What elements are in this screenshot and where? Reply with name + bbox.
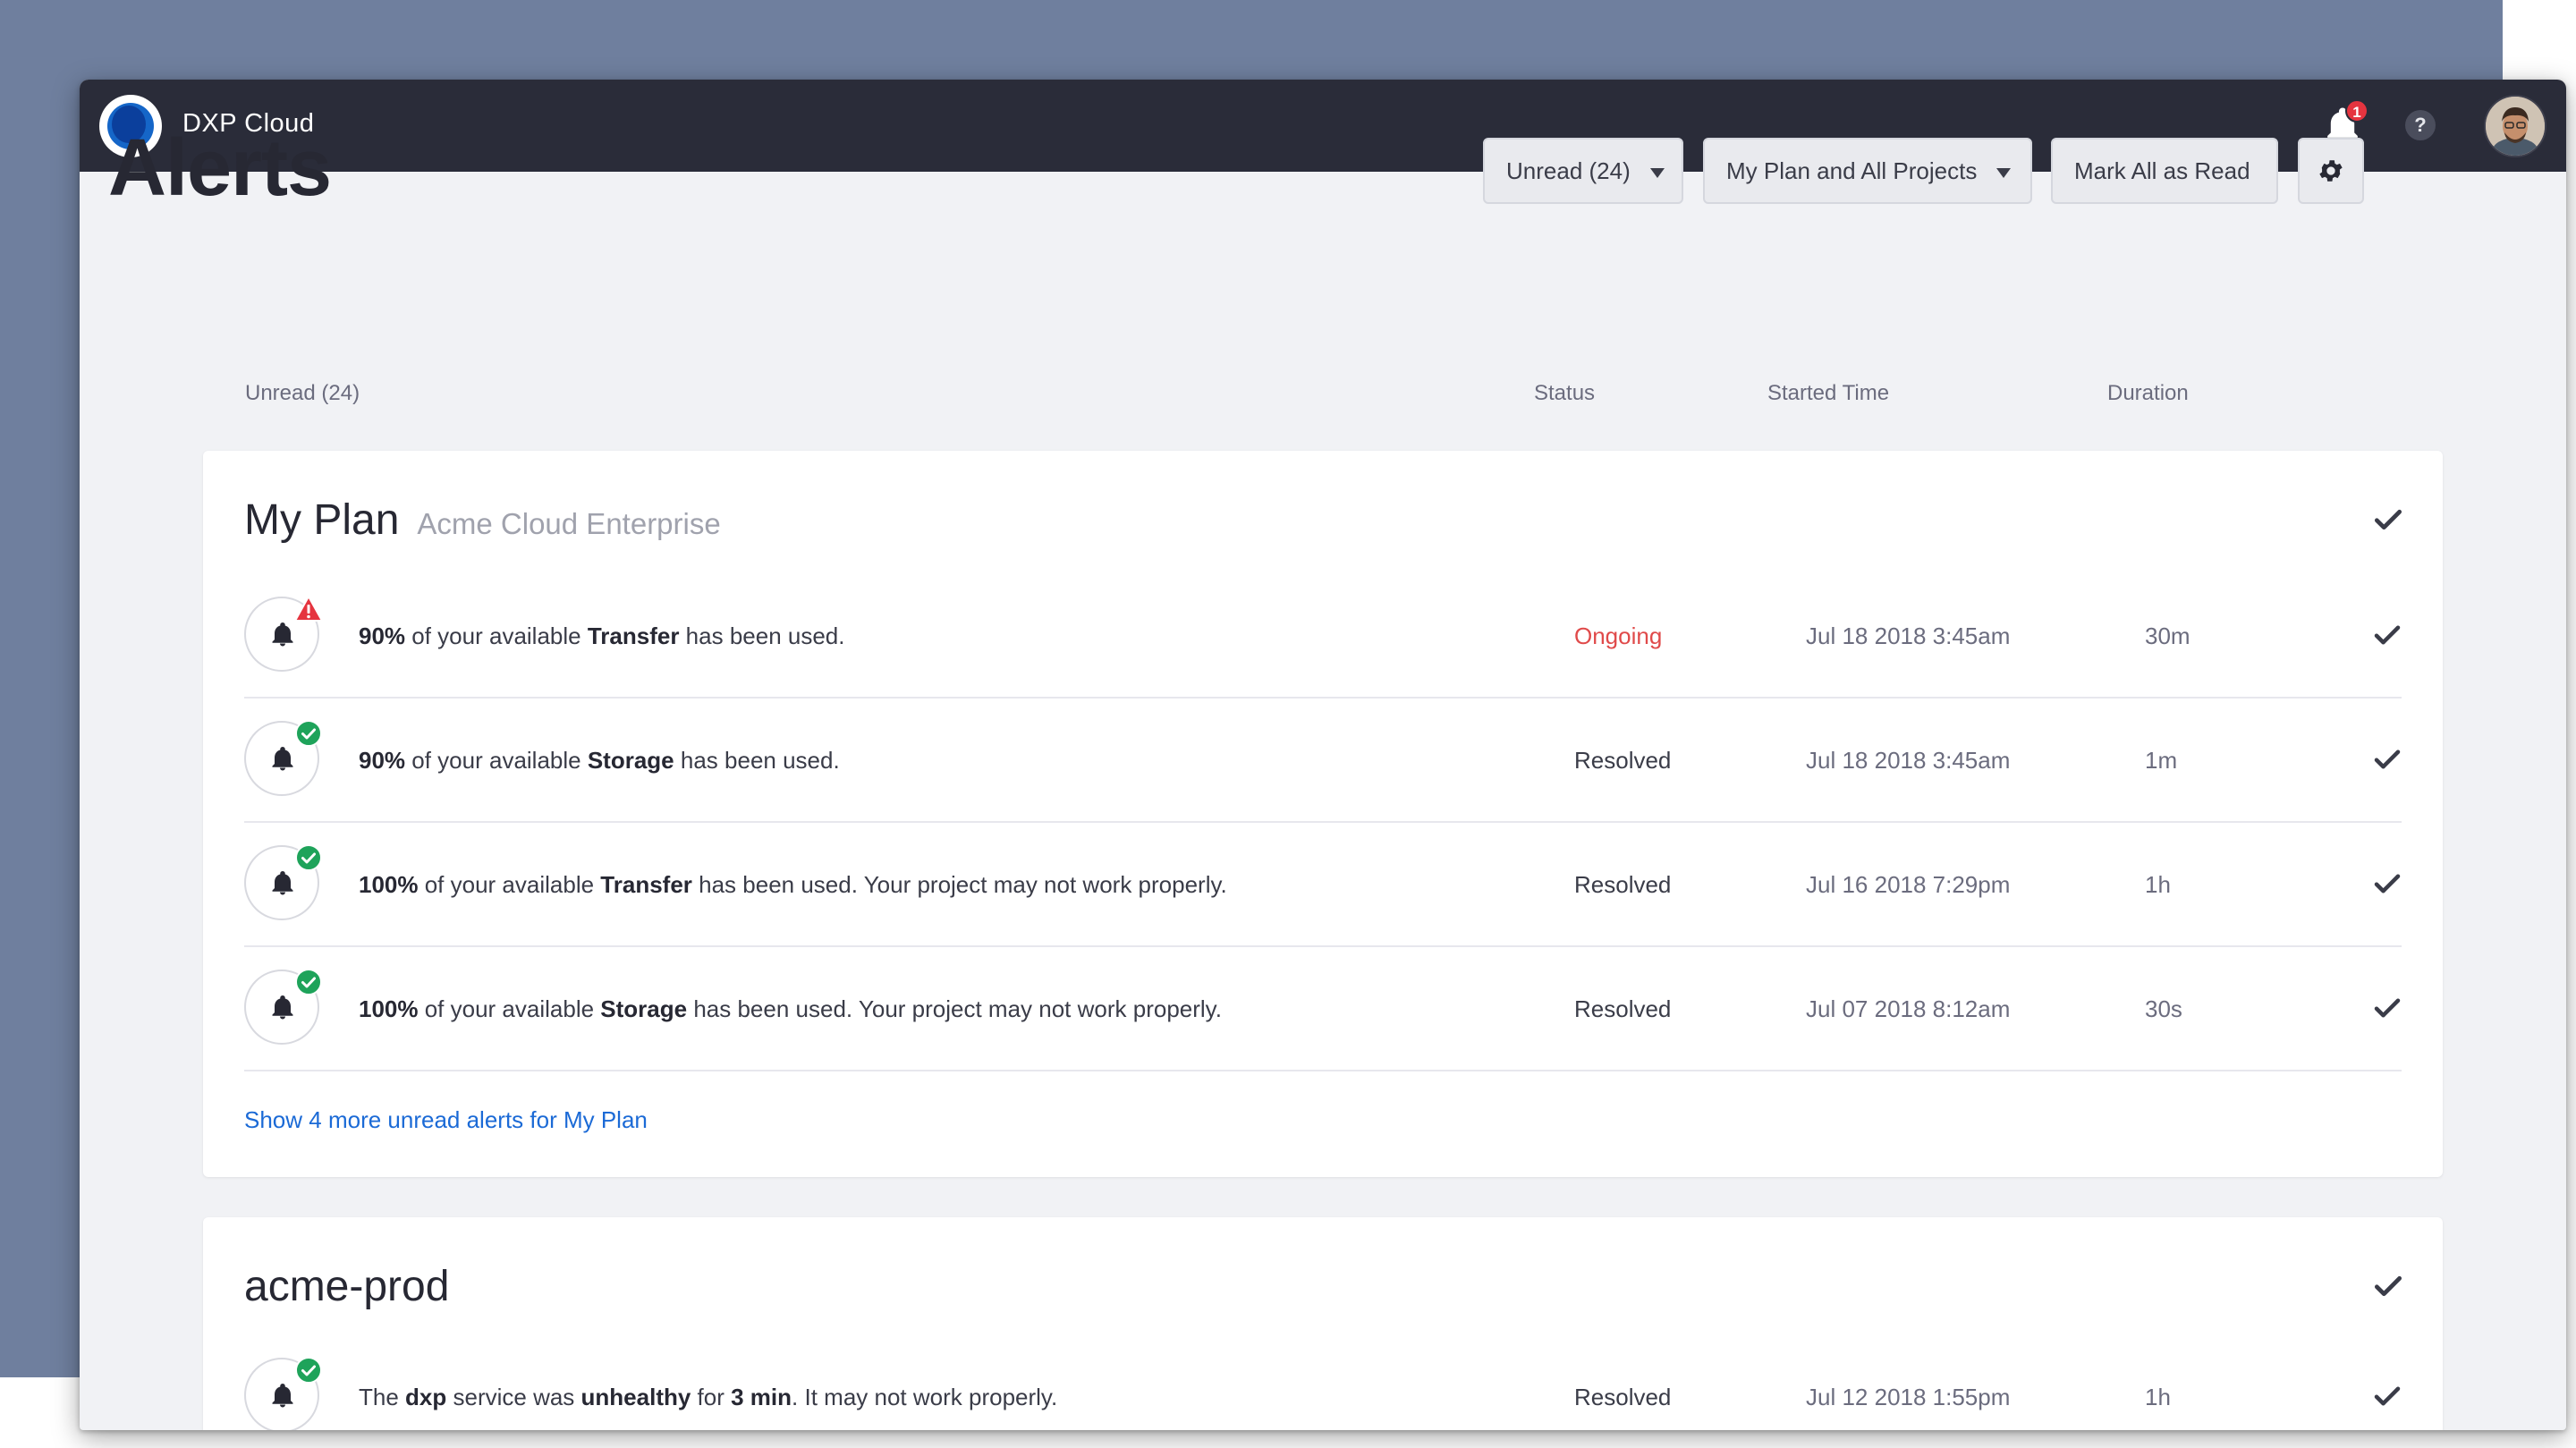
- alert-type-icon: [244, 969, 322, 1045]
- alert-duration: 1h: [2145, 1384, 2171, 1410]
- alert-row[interactable]: 90% of your available Storage has been u…: [244, 699, 2402, 823]
- warning-icon: [294, 596, 323, 622]
- mark-group-read-check-icon[interactable]: [2371, 1269, 2405, 1303]
- alert-resource: Transfer: [600, 871, 692, 898]
- alert-condition-duration: 3 min: [731, 1384, 792, 1410]
- alert-started-time: Jul 12 2018 1:55pm: [1806, 1384, 2011, 1410]
- alert-percent: 90%: [359, 622, 406, 649]
- alert-text: service was: [446, 1384, 581, 1410]
- unread-filter-dropdown[interactable]: Unread (24): [1483, 138, 1683, 204]
- group-title-text: My Plan: [244, 496, 400, 544]
- alert-service: dxp: [405, 1384, 447, 1410]
- alert-percent: 100%: [359, 995, 419, 1022]
- alert-text: of your available: [418, 871, 601, 898]
- mark-read-check-icon[interactable]: [2371, 743, 2403, 775]
- alert-text: The: [359, 1384, 406, 1410]
- page-title: Alerts: [108, 123, 332, 213]
- caret-down-icon: [1649, 167, 1665, 178]
- caret-down-icon: [1996, 167, 2012, 178]
- alert-duration: 30m: [2145, 622, 2190, 649]
- alert-message: The dxp service was unhealthy for 3 min.…: [359, 1384, 1057, 1411]
- group-title: acme-prod: [244, 1263, 450, 1310]
- group-subtitle: Acme Cloud Enterprise: [417, 507, 721, 540]
- column-header-duration: Duration: [2107, 381, 2189, 405]
- scope-filter-label: My Plan and All Projects: [1726, 157, 1978, 184]
- mark-read-check-icon[interactable]: [2371, 619, 2403, 651]
- alert-text: of your available: [405, 747, 588, 774]
- resolved-icon: [295, 969, 322, 995]
- alert-message: 90% of your available Storage has been u…: [359, 747, 840, 775]
- show-more-alerts-link[interactable]: Show 4 more unread alerts for My Plan: [244, 1106, 648, 1134]
- alert-started-time: Jul 18 2018 3:45am: [1806, 747, 2011, 774]
- alert-text: . It may not work properly.: [792, 1384, 1058, 1410]
- alert-message: 100% of your available Storage has been …: [359, 995, 1222, 1023]
- alert-percent: 100%: [359, 871, 419, 898]
- alert-type-icon: [244, 596, 323, 672]
- alert-row[interactable]: 100% of your available Storage has been …: [244, 947, 2402, 1071]
- mark-all-read-button[interactable]: Mark All as Read: [2051, 138, 2278, 204]
- alert-message: 100% of your available Transfer has been…: [359, 871, 1227, 899]
- alert-percent: 90%: [359, 747, 406, 774]
- alert-duration: 30s: [2145, 995, 2182, 1022]
- alert-type-icon: [244, 844, 322, 920]
- alert-type-icon: [244, 1357, 322, 1430]
- alert-status: Ongoing: [1574, 622, 1663, 649]
- alert-text: has been used. Your project may not work…: [691, 871, 1227, 898]
- user-avatar[interactable]: [2484, 95, 2546, 157]
- bell-icon: [272, 622, 293, 647]
- alert-message: 90% of your available Transfer has been …: [359, 622, 845, 650]
- alert-row[interactable]: The dxp service was unhealthy for 3 min.…: [244, 1335, 2402, 1430]
- gear-icon: [2319, 160, 2343, 182]
- alert-duration: 1m: [2145, 747, 2178, 774]
- help-icon[interactable]: ?: [2405, 110, 2436, 140]
- alert-text: has been used. Your project may not work…: [687, 995, 1222, 1022]
- alert-status: Resolved: [1574, 747, 1672, 774]
- alert-text: of your available: [405, 622, 588, 649]
- app-window: DXP Cloud 1 ? Alerts Unread (24) My Plan…: [80, 80, 2566, 1430]
- bell-icon: [272, 871, 293, 895]
- column-header-unread: Unread (24): [245, 381, 360, 405]
- unread-filter-label: Unread (24): [1506, 157, 1631, 184]
- alert-resource: Storage: [587, 747, 674, 774]
- bell-icon: [272, 1384, 293, 1408]
- alert-resource: Storage: [600, 995, 688, 1022]
- alert-text: has been used.: [679, 622, 845, 649]
- resolved-icon: [295, 720, 322, 747]
- alert-status: Resolved: [1574, 1384, 1672, 1410]
- settings-button[interactable]: [2298, 138, 2364, 204]
- alert-condition: unhealthy: [580, 1384, 691, 1410]
- alert-started-time: Jul 16 2018 7:29pm: [1806, 871, 2011, 898]
- mark-read-check-icon[interactable]: [2371, 1380, 2403, 1412]
- alert-row[interactable]: 90% of your available Transfer has been …: [244, 574, 2402, 699]
- alert-started-time: Jul 07 2018 8:12am: [1806, 995, 2011, 1022]
- alert-text: has been used.: [674, 747, 840, 774]
- scope-filter-dropdown[interactable]: My Plan and All Projects: [1703, 138, 2032, 204]
- alert-started-time: Jul 18 2018 3:45am: [1806, 622, 2011, 649]
- mark-read-check-icon[interactable]: [2371, 868, 2403, 900]
- alert-type-icon: [244, 720, 322, 796]
- alert-row[interactable]: 100% of your available Transfer has been…: [244, 823, 2402, 947]
- bell-icon: [272, 747, 293, 771]
- alert-duration: 1h: [2145, 871, 2171, 898]
- notification-count-badge: 1: [2345, 99, 2368, 123]
- alert-text: for: [691, 1384, 732, 1410]
- alert-status: Resolved: [1574, 871, 1672, 898]
- column-header-started-time: Started Time: [1767, 381, 1890, 405]
- avatar-image: [2486, 97, 2545, 156]
- group-title: My Plan Acme Cloud Enterprise: [244, 495, 721, 545]
- resolved-icon: [295, 1357, 322, 1384]
- column-header-status: Status: [1534, 381, 1596, 405]
- alert-resource: Transfer: [587, 622, 680, 649]
- mark-read-check-icon[interactable]: [2371, 992, 2403, 1024]
- resolved-icon: [295, 844, 322, 871]
- mark-group-read-check-icon[interactable]: [2371, 503, 2405, 537]
- bell-icon: [272, 995, 293, 1020]
- alert-group-my-plan: My Plan Acme Cloud Enterprise 90% of your…: [203, 451, 2443, 1177]
- alert-group-acme-prod: acme-prod The dxp service was unhealthy …: [203, 1217, 2443, 1430]
- alert-status: Resolved: [1574, 995, 1672, 1022]
- alert-text: of your available: [418, 995, 601, 1022]
